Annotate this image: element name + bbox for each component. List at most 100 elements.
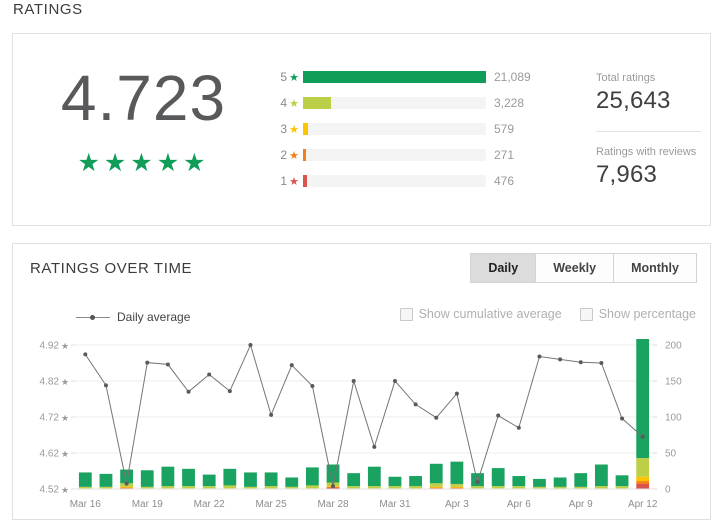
bar-segment[interactable] (636, 481, 650, 484)
daily-average-point[interactable] (145, 360, 150, 365)
bar-segment[interactable] (636, 458, 650, 477)
distribution-row-4-star[interactable]: 4 ★ 3,228 (261, 90, 546, 116)
daily-average-point[interactable] (475, 480, 480, 485)
bar-segment[interactable] (244, 472, 257, 487)
distribution-row-1-star[interactable]: 1 ★ 476 (261, 168, 546, 194)
daily-average-point[interactable] (269, 412, 274, 417)
bar-segment[interactable] (347, 486, 361, 489)
daily-average-point[interactable] (165, 362, 170, 367)
bar-segment[interactable] (574, 486, 588, 489)
tab-daily[interactable]: Daily (470, 253, 536, 283)
daily-average-point[interactable] (578, 360, 583, 365)
daily-average-point[interactable] (124, 481, 129, 486)
distribution-row-5-star[interactable]: 5 ★ 21,089 (261, 64, 546, 90)
bar-segment[interactable] (161, 486, 175, 489)
daily-average-point[interactable] (640, 434, 645, 439)
daily-average-point[interactable] (454, 391, 459, 396)
bar-segment[interactable] (594, 464, 608, 487)
daily-average-point[interactable] (331, 484, 336, 489)
daily-average-point[interactable] (496, 413, 501, 418)
bar-segment[interactable] (409, 486, 423, 489)
bar-segment[interactable] (305, 485, 319, 489)
bar-segment[interactable] (636, 483, 650, 489)
bar-segment[interactable] (202, 486, 216, 489)
daily-average-point[interactable] (207, 372, 212, 377)
bar-segment[interactable] (140, 470, 154, 487)
bar-segment[interactable] (264, 472, 278, 487)
bar-segment[interactable] (450, 486, 464, 488)
bar-segment[interactable] (202, 474, 216, 487)
daily-average-point[interactable] (434, 415, 439, 420)
bar-segment[interactable] (491, 486, 505, 489)
bar-segment[interactable] (594, 486, 608, 489)
bar-segment[interactable] (471, 473, 484, 487)
bar-segment[interactable] (533, 486, 546, 489)
bar-segment[interactable] (429, 463, 443, 484)
bar-segment[interactable] (471, 486, 484, 489)
bar-segment[interactable] (285, 486, 299, 489)
bar-segment[interactable] (429, 483, 443, 487)
tab-monthly[interactable]: Monthly (613, 253, 697, 283)
bar-segment[interactable] (409, 476, 423, 487)
bar-segment[interactable] (615, 475, 629, 487)
bar-segment[interactable] (450, 487, 464, 489)
tab-weekly[interactable]: Weekly (535, 253, 614, 283)
bar-segment[interactable] (636, 476, 650, 482)
bar-segment[interactable] (326, 464, 340, 483)
daily-average-point[interactable] (186, 389, 191, 394)
checkbox-show-percentage[interactable]: Show percentage (579, 307, 696, 321)
daily-average-point[interactable] (537, 354, 542, 359)
bar-segment[interactable] (512, 476, 526, 487)
bar-segment[interactable] (450, 483, 464, 487)
distribution-row-2-star[interactable]: 2 ★ 271 (261, 142, 546, 168)
bar-segment[interactable] (264, 486, 278, 489)
daily-average-point[interactable] (558, 357, 563, 362)
bar-segment[interactable] (161, 466, 175, 487)
bar-segment[interactable] (636, 339, 650, 459)
daily-average-point[interactable] (372, 444, 377, 449)
bar-segment[interactable] (553, 477, 567, 487)
bar-segment[interactable] (450, 461, 464, 484)
bar-segment[interactable] (615, 486, 629, 489)
daily-average-point[interactable] (227, 389, 232, 394)
daily-average-point[interactable] (248, 343, 253, 347)
bar-segment[interactable] (99, 486, 113, 489)
bar-segment[interactable] (140, 486, 154, 489)
bar-segment[interactable] (512, 486, 526, 489)
bar-segment[interactable] (367, 486, 381, 489)
daily-average-point[interactable] (620, 416, 625, 421)
bar-segment[interactable] (78, 472, 92, 487)
daily-average-point[interactable] (351, 379, 356, 383)
bar-segment[interactable] (78, 486, 92, 489)
bar-segment[interactable] (347, 473, 361, 487)
bar-segment[interactable] (574, 473, 588, 487)
bar-segment[interactable] (285, 477, 299, 487)
bar-segment[interactable] (99, 473, 113, 487)
bar-segment[interactable] (429, 487, 443, 489)
daily-average-point[interactable] (413, 402, 418, 407)
bar-segment[interactable] (553, 486, 567, 489)
bar-segment[interactable] (388, 486, 402, 489)
checkbox-icon[interactable] (399, 307, 413, 321)
distribution-row-3-star[interactable]: 3 ★ 579 (261, 116, 546, 142)
bar-segment[interactable] (429, 486, 443, 488)
daily-average-point[interactable] (516, 425, 521, 430)
bar-segment[interactable] (120, 486, 134, 488)
bar-segment[interactable] (244, 486, 257, 489)
bar-segment[interactable] (182, 468, 195, 487)
daily-average-point[interactable] (392, 379, 397, 383)
daily-average-point[interactable] (599, 361, 604, 365)
daily-average-point[interactable] (310, 384, 315, 389)
bar-segment[interactable] (182, 486, 195, 489)
daily-average-point[interactable] (289, 363, 294, 368)
bar-segment[interactable] (367, 466, 381, 487)
checkbox-icon[interactable] (579, 307, 593, 321)
bar-segment[interactable] (305, 467, 319, 486)
bar-segment[interactable] (223, 485, 237, 489)
bar-segment[interactable] (120, 487, 134, 489)
bar-segment[interactable] (491, 468, 505, 487)
bar-segment[interactable] (533, 478, 546, 487)
daily-average-point[interactable] (83, 352, 88, 357)
checkbox-show-cumulative-average[interactable]: Show cumulative average (399, 307, 562, 321)
bar-segment[interactable] (388, 476, 402, 487)
